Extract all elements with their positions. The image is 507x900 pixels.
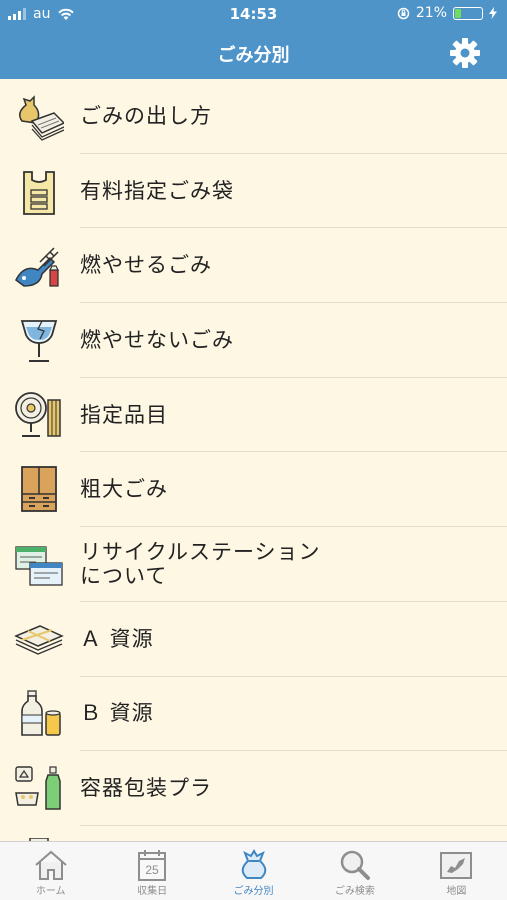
cabinet-icon xyxy=(21,466,57,513)
tab-label: ホーム xyxy=(35,886,66,897)
tab-collection-day[interactable]: 25 収集日 xyxy=(101,842,202,900)
calendar-day: 25 xyxy=(145,863,159,877)
garbage-bag-newspaper-icon xyxy=(19,95,64,141)
tab-bar: ホーム 25 収集日 ごみ分別 ごみ検索 地図 xyxy=(0,841,507,900)
list-item-label: 粗大ごみ xyxy=(80,477,168,502)
magnifier-icon xyxy=(340,850,370,880)
tab-label: ごみ検索 xyxy=(334,886,375,897)
list-item-label: 燃やせないごみ xyxy=(80,328,234,353)
category-list: ごみの出し方 有料指定ごみ袋 燃やせるごみ 燃やせないごみ 指定品目 粗大ごみ … xyxy=(0,79,507,841)
list-item-burnable[interactable]: 燃やせるごみ xyxy=(0,228,507,304)
battery-fill xyxy=(455,8,461,18)
list-item-resource-b[interactable]: Ｂ 資源 xyxy=(0,677,507,752)
recycle-station-icon xyxy=(15,546,63,586)
list-item-non-burnable[interactable]: 燃やせないごみ xyxy=(0,303,507,378)
list-item-label: Ｂ 資源 xyxy=(80,701,154,726)
tab-map[interactable]: 地図 xyxy=(406,842,507,900)
tab-home[interactable]: ホーム xyxy=(0,842,101,900)
fan-futon-icon xyxy=(15,391,61,437)
burnable-garbage-icon xyxy=(15,247,59,288)
list-item-recycle-station[interactable]: リサイクルステーション について xyxy=(0,527,507,602)
designated-bag-icon xyxy=(23,170,55,215)
list-item-designated-bag[interactable]: 有料指定ごみ袋 xyxy=(0,154,507,229)
list-item-label: 指定品目 xyxy=(80,402,168,427)
tab-label: 収集日 xyxy=(137,886,168,897)
list-item-label: 燃やせるごみ xyxy=(80,253,212,278)
orientation-lock-icon xyxy=(397,7,410,19)
battery-icon xyxy=(453,6,483,20)
list-item-partial[interactable] xyxy=(0,826,507,841)
tab-search[interactable]: ごみ検索 xyxy=(304,842,405,900)
list-item-dashikata[interactable]: ごみの出し方 xyxy=(0,79,507,154)
list-item-label: Ａ 資源 xyxy=(80,626,154,651)
garbage-bag-icon xyxy=(241,849,266,879)
charging-icon xyxy=(489,7,497,19)
status-right: 21% xyxy=(397,5,497,21)
list-item-resource-a[interactable]: Ａ 資源 xyxy=(0,602,507,677)
list-item-plastic[interactable]: 容器包装プラ xyxy=(0,751,507,826)
status-bar: au 14:53 21% xyxy=(0,0,507,28)
battery-percent: 21% xyxy=(415,5,447,21)
list-item-label: ごみの出し方 xyxy=(80,103,212,128)
tab-sorting[interactable]: ごみ分別 xyxy=(203,842,304,900)
map-icon xyxy=(440,852,473,879)
tab-label: ごみ分別 xyxy=(233,886,274,897)
home-icon xyxy=(35,850,67,880)
bottle-can-icon xyxy=(21,689,61,736)
page-title: ごみ分別 xyxy=(217,45,290,66)
tab-label: 地図 xyxy=(446,886,467,897)
broken-glass-icon xyxy=(20,320,58,363)
calendar-icon: 25 xyxy=(138,850,167,881)
newspaper-bundle-icon xyxy=(14,624,64,655)
navigation-bar: ごみ分別 xyxy=(0,28,507,79)
list-item-label: 有料指定ごみ袋 xyxy=(80,178,234,203)
list-item-label: 容器包装プラ xyxy=(80,776,212,801)
list-item-designated-items[interactable]: 指定品目 xyxy=(0,378,507,453)
plastic-container-icon xyxy=(15,766,61,810)
list-item-oversized[interactable]: 粗大ごみ xyxy=(0,452,507,528)
settings-gear-icon[interactable] xyxy=(449,37,481,69)
list-item-label: リサイクルステーション について xyxy=(80,539,321,589)
